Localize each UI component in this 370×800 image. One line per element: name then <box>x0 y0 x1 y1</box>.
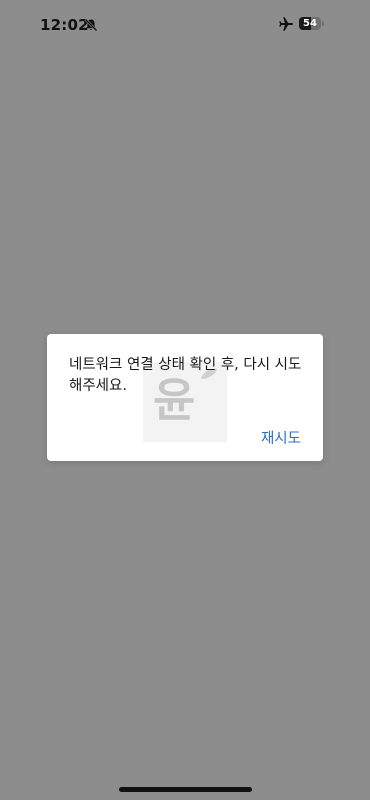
battery-icon: 54 <box>299 17 325 30</box>
dialog-message: 네트워크 연결 상태 확인 후, 다시 시도해주세요. <box>69 357 302 394</box>
bell-slash-icon <box>84 17 98 32</box>
retry-button[interactable]: 재시도 <box>261 427 301 448</box>
home-indicator[interactable] <box>119 787 252 792</box>
app-screen: 12:02 54 윤 네트워크 연결 상태 확인 후, 다시 시도해주세요. 재… <box>0 0 370 800</box>
network-error-dialog: 윤 네트워크 연결 상태 확인 후, 다시 시도해주세요. 재시도 <box>47 334 323 461</box>
airplane-icon <box>278 16 294 32</box>
battery-level: 54 <box>303 18 317 29</box>
battery-body: 54 <box>299 17 321 30</box>
status-time: 12:02 <box>40 16 89 34</box>
battery-cap <box>322 21 324 26</box>
status-bar: 12:02 54 <box>0 0 370 48</box>
